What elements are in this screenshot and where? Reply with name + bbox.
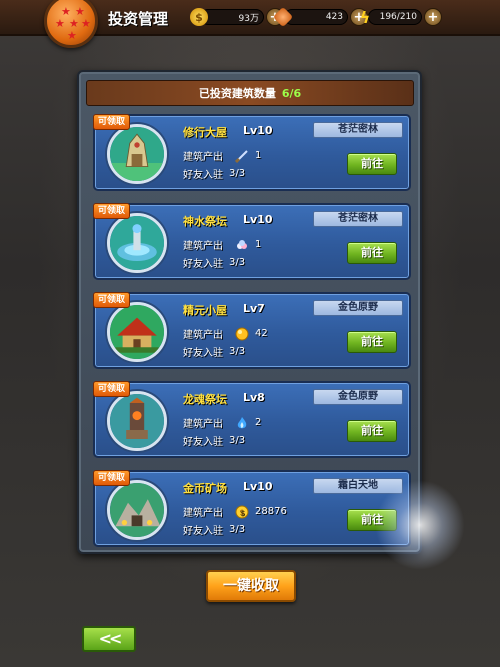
summary-count: 6/6 [281, 86, 302, 100]
output-value: 1 [255, 150, 262, 161]
friends-label: 好友入驻 [183, 526, 223, 537]
training-house-image [107, 124, 167, 184]
output-label: 建筑产出 [183, 152, 223, 163]
dragon-ball-logo-icon: ★ ★ ★ ★ ★ ★ [44, 0, 98, 48]
holy-water-altar-image [107, 213, 167, 273]
essence-hut-image [107, 302, 167, 362]
friends-row: 好友入驻 3/3 [183, 344, 245, 359]
page-title: 投资管理 [108, 10, 169, 28]
building-card: 可领取 金币矿场 Lv10 霜白天地 建筑产出 $ 28876 好友入驻 3/3… [93, 470, 411, 547]
output-value: 2 [255, 417, 262, 428]
svg-text:$: $ [239, 508, 244, 517]
building-name: 修行大屋 [183, 126, 227, 139]
friends-row: 好友入驻 3/3 [183, 522, 245, 537]
friends-value: 3/3 [229, 168, 246, 179]
output-value: 1 [255, 239, 262, 250]
friends-label: 好友入驻 [183, 348, 223, 359]
blue-flame-icon [237, 416, 247, 428]
output-value: 42 [255, 328, 268, 339]
region-tag: 苍茫密林 [313, 211, 403, 227]
go-button[interactable]: 前往 [347, 242, 397, 264]
friends-value: 3/3 [229, 346, 246, 357]
add-energy-button[interactable]: + [424, 8, 442, 26]
building-level: Lv7 [243, 302, 265, 315]
output-row: 建筑产出 42 [183, 326, 268, 341]
friends-label: 好友入驻 [183, 437, 223, 448]
region-tag: 苍茫密林 [313, 122, 403, 138]
region-tag: 金色原野 [313, 300, 403, 316]
friends-label: 好友入驻 [183, 259, 223, 270]
coin-amount: 93万 [200, 9, 264, 25]
summary-label: 已投资建筑数量 [198, 87, 276, 100]
energy-amount: 196/210 [368, 9, 422, 25]
friends-row: 好友入驻 3/3 [183, 255, 245, 270]
building-level: Lv10 [243, 124, 273, 137]
energy-resource: ϟ 196/210 + [356, 7, 442, 27]
building-level: Lv8 [243, 391, 265, 404]
building-name: 龙魂祭坛 [183, 393, 227, 406]
go-button[interactable]: 前往 [347, 509, 397, 531]
crystal-resource: 423 + [272, 6, 368, 28]
claimable-badge[interactable]: 可领取 [93, 292, 131, 308]
region-tag: 金色原野 [313, 389, 403, 405]
output-label: 建筑产出 [183, 419, 223, 430]
building-name: 精元小屋 [183, 304, 227, 317]
output-label: 建筑产出 [183, 508, 223, 519]
building-name: 金币矿场 [183, 482, 227, 495]
friends-row: 好友入驻 3/3 [183, 433, 245, 448]
output-row: 建筑产出 2 [183, 415, 261, 430]
coin-icon: $ [190, 8, 208, 26]
output-label: 建筑产出 [183, 241, 223, 252]
collect-all-button[interactable]: 一键收取 [206, 570, 296, 602]
friends-value: 3/3 [229, 257, 246, 268]
dragon-soul-altar-image [107, 391, 167, 451]
gold-mine-image [107, 480, 167, 540]
go-button[interactable]: 前往 [347, 153, 397, 175]
go-button[interactable]: 前往 [347, 420, 397, 442]
friends-value: 3/3 [229, 524, 246, 535]
top-bar: ★ ★ ★ ★ ★ ★ 投资管理 $ 93万 + 423 + ϟ 196/210… [0, 0, 500, 48]
region-tag: 霜白天地 [313, 478, 403, 494]
claimable-badge[interactable]: 可领取 [93, 203, 131, 219]
building-card: 可领取 神水祭坛 Lv10 苍茫密林 建筑产出 1 好友入驻 3/3 前往 [93, 203, 411, 280]
building-card: 可领取 精元小屋 Lv7 金色原野 建筑产出 42 好友入驻 3/3 前往 [93, 292, 411, 369]
claimable-badge[interactable]: 可领取 [93, 114, 131, 130]
building-level: Lv10 [243, 480, 273, 493]
friends-row: 好友入驻 3/3 [183, 166, 245, 181]
output-label: 建筑产出 [183, 330, 223, 341]
output-row: 建筑产出 1 [183, 237, 261, 252]
building-card: 可领取 修行大屋 Lv10 苍茫密林 建筑产出 1 好友入驻 3/3 前往 [93, 114, 411, 191]
gold-orb-icon [235, 327, 249, 340]
go-button[interactable]: 前往 [347, 331, 397, 353]
gem-pile-icon [237, 239, 247, 249]
sword-icon [235, 149, 248, 163]
invested-summary-bar: 已投资建筑数量 6/6 [86, 80, 414, 106]
lightning-icon: ϟ [359, 7, 371, 27]
output-row: 建筑产出 $ 28876 [183, 504, 287, 519]
friends-label: 好友入驻 [183, 170, 223, 181]
building-name: 神水祭坛 [183, 215, 227, 228]
back-button[interactable]: << [82, 626, 136, 652]
friends-value: 3/3 [229, 435, 246, 446]
output-value: 28876 [255, 506, 287, 517]
output-row: 建筑产出 1 [183, 148, 261, 163]
crystal-amount: 423 [284, 9, 348, 25]
building-level: Lv10 [243, 213, 273, 226]
coin-icon: $ [235, 505, 249, 518]
claimable-badge[interactable]: 可领取 [93, 381, 131, 397]
coin-resource: $ 93万 + [190, 8, 284, 26]
claimable-badge[interactable]: 可领取 [93, 470, 131, 486]
building-card: 可领取 龙魂祭坛 Lv8 金色原野 建筑产出 2 好友入驻 3/3 前往 [93, 381, 411, 458]
investment-panel: 已投资建筑数量 6/6 可领取 修行大屋 Lv10 苍茫密林 建筑产出 1 好友… [77, 70, 422, 554]
